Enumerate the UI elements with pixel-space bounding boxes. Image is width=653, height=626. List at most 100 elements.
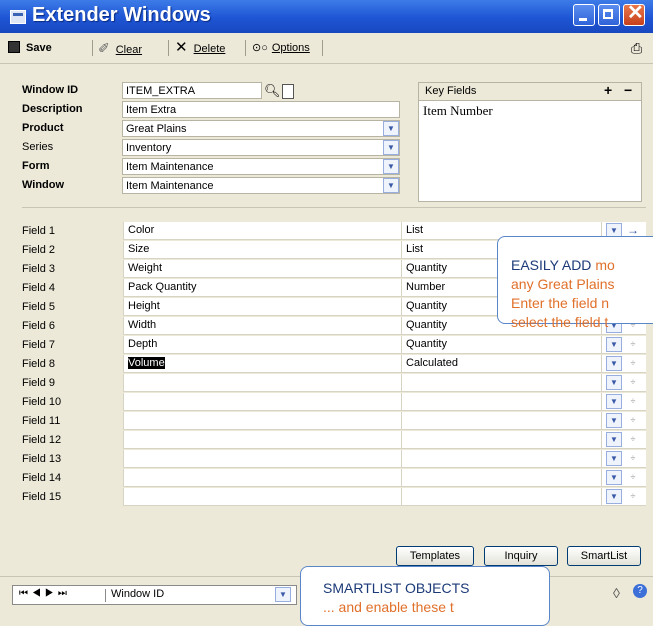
chevron-down-icon[interactable]: ▼ bbox=[606, 375, 622, 390]
chevron-down-icon[interactable]: ▼ bbox=[383, 178, 399, 193]
field-value-cell[interactable]: Color bbox=[123, 222, 401, 240]
field-row[interactable]: Field 10 ▼ ÷ bbox=[22, 393, 646, 411]
field-value-cell[interactable] bbox=[123, 469, 401, 487]
field-value-cell[interactable]: Width bbox=[123, 317, 401, 335]
field-value-cell[interactable]: Pack Quantity bbox=[123, 279, 401, 297]
chevron-down-icon[interactable]: ▼ bbox=[606, 394, 622, 409]
maximize-button[interactable] bbox=[598, 4, 620, 26]
field-value: Pack Quantity bbox=[128, 281, 197, 293]
chevron-down-icon[interactable]: ▼ bbox=[383, 121, 399, 136]
field-row[interactable]: Field 14 ▼ ÷ bbox=[22, 469, 646, 487]
spin-icon[interactable]: ÷ bbox=[627, 356, 639, 371]
spin-icon[interactable]: ÷ bbox=[627, 375, 639, 390]
templates-button[interactable]: Templates bbox=[396, 546, 474, 566]
delete-button[interactable]: ✕ Delete bbox=[175, 40, 225, 56]
add-key-field-icon[interactable]: + bbox=[604, 82, 612, 98]
callout-line-2: any Great Plains bbox=[511, 276, 615, 292]
spin-icon[interactable]: ÷ bbox=[627, 489, 639, 504]
clear-label: Clear bbox=[115, 44, 143, 56]
field-type-cell[interactable] bbox=[401, 431, 601, 449]
remove-key-field-icon[interactable]: − bbox=[624, 82, 632, 98]
field-name: Field 7 bbox=[22, 339, 56, 351]
spin-icon[interactable]: ÷ bbox=[627, 451, 639, 466]
options-icon: ⊙○ bbox=[252, 42, 268, 54]
chevron-down-icon[interactable]: ▼ bbox=[275, 587, 291, 602]
lookup-magnifier-icon[interactable]: 🔍︎ bbox=[264, 82, 281, 99]
chevron-down-icon[interactable]: ▼ bbox=[606, 356, 622, 371]
browse-arrows-icon[interactable]: ⏮◀▶⏭ bbox=[19, 588, 71, 599]
field-name: Field 14 bbox=[22, 472, 62, 484]
field-type-cell[interactable] bbox=[401, 469, 601, 487]
field-value-cell[interactable] bbox=[123, 412, 401, 430]
chevron-down-icon[interactable]: ▼ bbox=[383, 140, 399, 155]
field-value: Color bbox=[128, 224, 155, 236]
description-label: Description bbox=[22, 103, 83, 115]
field-type-cell[interactable] bbox=[401, 393, 601, 411]
help-icon[interactable]: ? bbox=[633, 584, 647, 598]
note-icon[interactable]: ◊ bbox=[613, 585, 620, 601]
key-fields-list[interactable]: Key Fields + − Item Number bbox=[418, 82, 642, 202]
field-type-cell[interactable] bbox=[401, 450, 601, 468]
field-value-cell[interactable]: Depth bbox=[123, 336, 401, 354]
spin-icon[interactable]: ÷ bbox=[627, 394, 639, 409]
field-value-cell[interactable] bbox=[123, 488, 401, 506]
browse-divider bbox=[105, 589, 106, 602]
close-button[interactable]: ✕ bbox=[623, 2, 645, 26]
field-value-cell[interactable]: Size bbox=[123, 241, 401, 259]
field-value-cell[interactable] bbox=[123, 431, 401, 449]
field-type-cell[interactable] bbox=[401, 412, 601, 430]
window-select[interactable]: Item Maintenance bbox=[122, 177, 400, 194]
description-input[interactable]: Item Extra bbox=[122, 101, 400, 118]
browse-by-select[interactable]: Window ID bbox=[111, 588, 164, 600]
chevron-down-icon[interactable]: ▼ bbox=[606, 489, 622, 504]
minimize-button[interactable] bbox=[573, 4, 595, 26]
chevron-down-icon[interactable]: ▼ bbox=[606, 413, 622, 428]
callout-line-4: select the field t bbox=[511, 314, 609, 330]
field-row[interactable]: Field 8 Volume Calculated ▼ ÷ bbox=[22, 355, 646, 373]
browse-controls: ⏮◀▶⏭ Window ID ▼ bbox=[12, 585, 297, 605]
chevron-down-icon[interactable]: ▼ bbox=[606, 451, 622, 466]
field-row[interactable]: Field 12 ▼ ÷ bbox=[22, 431, 646, 449]
options-button[interactable]: ⊙○ Options bbox=[252, 40, 310, 56]
field-type-cell[interactable]: Quantity bbox=[401, 336, 601, 354]
field-type-cell[interactable]: Calculated bbox=[401, 355, 601, 373]
spin-icon[interactable]: ÷ bbox=[627, 470, 639, 485]
series-select[interactable]: Inventory bbox=[122, 139, 400, 156]
title-bar[interactable]: Extender Windows ✕ bbox=[0, 0, 653, 33]
inquiry-button[interactable]: Inquiry bbox=[484, 546, 558, 566]
chevron-down-icon[interactable]: ▼ bbox=[606, 337, 622, 352]
field-value-cell[interactable] bbox=[123, 450, 401, 468]
chevron-down-icon[interactable]: ▼ bbox=[606, 432, 622, 447]
field-type-cell[interactable] bbox=[401, 374, 601, 392]
delete-x-icon: ✕ bbox=[175, 39, 188, 56]
field-value-cell[interactable]: Height bbox=[123, 298, 401, 316]
print-icon[interactable]: ⎙ bbox=[631, 40, 642, 56]
chevron-down-icon[interactable]: ▼ bbox=[606, 470, 622, 485]
field-value-cell[interactable] bbox=[123, 393, 401, 411]
field-row[interactable]: Field 11 ▼ ÷ bbox=[22, 412, 646, 430]
field-row[interactable]: Field 9 ▼ ÷ bbox=[22, 374, 646, 392]
smartlist-button[interactable]: SmartList bbox=[567, 546, 641, 566]
product-select[interactable]: Great Plains bbox=[122, 120, 400, 137]
field-row[interactable]: Field 15 ▼ ÷ bbox=[22, 488, 646, 506]
spin-icon[interactable]: ÷ bbox=[627, 337, 639, 352]
new-document-icon[interactable] bbox=[282, 84, 294, 99]
form-select[interactable]: Item Maintenance bbox=[122, 158, 400, 175]
field-value-cell[interactable]: Weight bbox=[123, 260, 401, 278]
field-type-controls: ▼÷ bbox=[601, 336, 646, 354]
spin-icon[interactable]: ÷ bbox=[627, 432, 639, 447]
clear-button[interactable]: ✐ Clear bbox=[98, 40, 142, 56]
field-name: Field 3 bbox=[22, 263, 56, 275]
window-id-input[interactable]: ITEM_EXTRA bbox=[122, 82, 262, 99]
field-type-cell[interactable] bbox=[401, 488, 601, 506]
field-row[interactable]: Field 7 Depth Quantity ▼ ÷ bbox=[22, 336, 646, 354]
spin-icon[interactable]: ÷ bbox=[627, 413, 639, 428]
chevron-down-icon[interactable]: ▼ bbox=[383, 159, 399, 174]
field-name: Field 2 bbox=[22, 244, 56, 256]
field-value-cell[interactable] bbox=[123, 374, 401, 392]
save-button[interactable]: Save bbox=[8, 40, 52, 56]
key-field-item[interactable]: Item Number bbox=[423, 103, 493, 119]
field-value-cell[interactable]: Volume bbox=[123, 355, 401, 373]
extender-windows-window: Extender Windows ✕ Save ✐ Clear ✕ Delete ⊙… bbox=[0, 0, 653, 626]
field-row[interactable]: Field 13 ▼ ÷ bbox=[22, 450, 646, 468]
